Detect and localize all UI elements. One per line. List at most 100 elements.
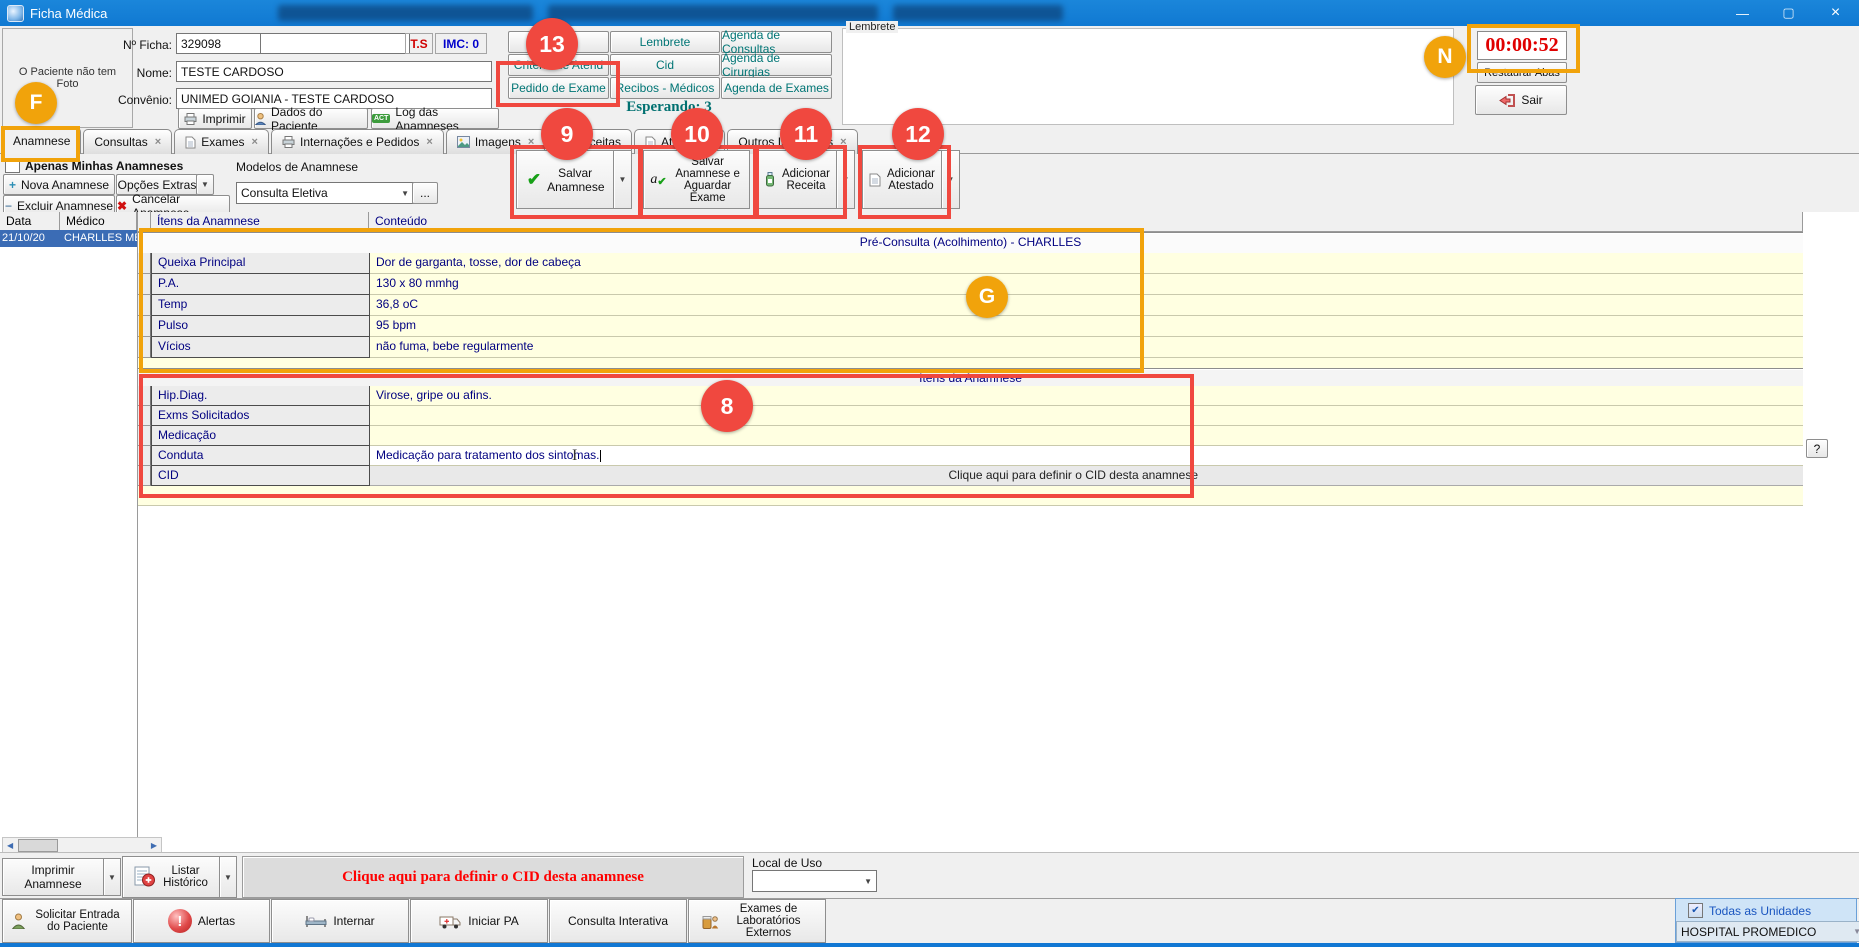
exit-arrow-icon [1499, 93, 1516, 108]
dados-paciente-button[interactable]: Dados do Paciente [254, 108, 368, 129]
grid-row[interactable]: Hip.Diag. Virose, gripe ou afins. [138, 386, 1803, 406]
ficha-secondary-input[interactable] [260, 33, 410, 54]
alert-icon: ! [168, 909, 192, 933]
conduta-edit-cell[interactable]: Medicação para tratamento dos sintomas. [370, 446, 1803, 466]
exames-lab-externos-button[interactable]: Exames de Laboratórios Externos [688, 899, 826, 943]
lembrete-button[interactable]: Lembrete [610, 31, 720, 53]
hospital-combobox[interactable]: HOSPITAL PROMEDICO ▼ [1676, 921, 1859, 942]
tab-close-icon[interactable]: × [528, 136, 534, 148]
grid-row[interactable]: Temp 36,8 oC [138, 295, 1803, 316]
imc-button[interactable]: IMC: 0 [435, 33, 487, 54]
chevron-down-icon: ▼ [224, 873, 232, 882]
grid-header-itens[interactable]: Ítens da Anamnese [151, 212, 369, 232]
internar-button[interactable]: Internar [271, 899, 409, 943]
adicionar-receita-button[interactable]: Adicionar Receita [757, 150, 837, 209]
nome-input[interactable]: TESTE CARDOSO [176, 61, 492, 82]
recibos-medicos-button[interactable]: Recibos - Médicos [610, 77, 720, 99]
chevron-down-icon: ▼ [401, 189, 409, 198]
consulta-interativa-button[interactable]: Consulta Interativa [549, 899, 687, 943]
scroll-left-icon[interactable]: ◀ [7, 841, 13, 850]
salvar-aguardar-exame-button[interactable]: a✔ Salvar Anamnese e Aguardar Exame [643, 150, 750, 209]
agenda-exames-button[interactable]: Agenda de Exames [721, 77, 832, 99]
ts-button[interactable]: T.S [405, 33, 433, 54]
hospital-bed-icon [305, 914, 327, 928]
salvar-anamnese-button[interactable]: ✔ Salvar Anamnese [516, 150, 614, 209]
adicionar-atestado-dropdown[interactable]: ▼ [941, 150, 960, 209]
tab-close-icon[interactable]: × [426, 136, 432, 148]
adicionar-atestado-button[interactable]: Adicionar Atestado [862, 150, 942, 209]
grid-row[interactable]: Medicação [138, 426, 1803, 446]
log-anamneses-button[interactable]: ACT Log das Anamneses [371, 108, 499, 129]
scroll-right-icon[interactable]: ▶ [151, 841, 157, 850]
ficha-medica-window: Ficha Médica — ▢ × O Paciente não tem Fo… [0, 0, 1859, 947]
local-de-uso-combobox[interactable]: ▼ [752, 870, 877, 892]
listar-historico-button[interactable]: Listar Histórico [122, 856, 220, 898]
grid-row[interactable]: P.A. 130 x 80 mmhg [138, 274, 1803, 295]
history-row-selected[interactable]: 21/10/20 CHARLLES MEDICO [0, 230, 137, 247]
tab-consultas[interactable]: Consultas× [83, 129, 172, 154]
grid-row[interactable]: Pulso 95 bpm [138, 316, 1803, 337]
nova-anamnese-button[interactable]: + Nova Anamnese [3, 174, 115, 195]
add-icon: + [9, 178, 16, 192]
criterio-atend-button[interactable]: Critério de Atend [508, 54, 609, 76]
text-caret [600, 450, 601, 462]
tab-exames[interactable]: Exames× [174, 129, 269, 154]
grid-row-conduta-editing[interactable]: Conduta Medicação para tratamento dos si… [138, 446, 1803, 466]
close-button[interactable]: × [1813, 0, 1858, 26]
maximize-button[interactable]: ▢ [1766, 0, 1811, 26]
grid-empty-row [138, 486, 1803, 506]
agenda-cirurgias-button[interactable]: Agenda de Cirurgias [721, 54, 832, 76]
iniciar-pa-button[interactable]: Iniciar PA [410, 899, 548, 943]
modelo-more-button[interactable]: ... [412, 182, 438, 204]
printer-icon [184, 113, 197, 125]
page-icon [645, 136, 656, 149]
check-icon: ✔ [527, 170, 541, 190]
redacted-title-text [893, 5, 1063, 21]
scrollbar-thumb[interactable] [18, 839, 58, 852]
apenas-minhas-checkbox[interactable]: Apenas Minhas Anamneses [5, 158, 183, 173]
cancel-x-icon: ✖ [117, 199, 127, 213]
tab-close-icon[interactable]: × [840, 136, 846, 148]
solicitar-entrada-button[interactable]: Solicitar Entrada do Paciente [2, 899, 132, 943]
tab-close-icon[interactable]: × [155, 136, 161, 148]
grid-row-cid[interactable]: CID Clique aqui para definir o CID desta… [138, 466, 1803, 486]
lembrete-panel [842, 28, 1454, 125]
listar-historico-dropdown[interactable]: ▼ [219, 856, 237, 898]
checkbox-checked-icon[interactable]: ✔ [1688, 903, 1703, 918]
alertas-button[interactable]: ! Alertas [133, 899, 270, 943]
modelo-combobox[interactable]: Consulta Eletiva ▼ [236, 182, 414, 204]
grid-row[interactable]: Exms Solicitados [138, 406, 1803, 426]
pedido-exame-button[interactable]: Pedido de Exame [508, 77, 609, 99]
alergia-button[interactable]: Alergia [508, 31, 609, 53]
cid-define-cell[interactable]: Clique aqui para definir o CID desta ana… [370, 466, 1803, 486]
grid-header-conteudo[interactable]: Conteúdo [369, 212, 1803, 232]
adicionar-receita-dropdown[interactable]: ▼ [836, 150, 855, 209]
agenda-consultas-button[interactable]: Agenda de Consultas [721, 31, 832, 53]
grid-empty-row [138, 358, 1803, 368]
remove-icon: − [5, 199, 12, 213]
section2-title-row: Itens da Anamnese [138, 368, 1803, 388]
tab-close-icon[interactable]: × [252, 136, 258, 148]
cid-banner-button[interactable]: Clique aqui para definir o CID desta ana… [242, 856, 744, 898]
help-button[interactable]: ? [1806, 439, 1828, 458]
grid-row[interactable]: Vícios não fuma, bebe regularmente [138, 337, 1803, 358]
redacted-title-text [548, 5, 878, 21]
convenio-label: Convênio: [98, 93, 172, 107]
grid-row[interactable]: Queixa Principal Dor de garganta, tosse,… [138, 253, 1803, 274]
sair-button[interactable]: Sair [1475, 85, 1567, 115]
salvar-anamnese-dropdown[interactable]: ▼ [613, 150, 632, 209]
imprimir-anamnese-button[interactable]: Imprimir Anamnese [2, 858, 104, 896]
restaurar-abas-button[interactable]: Restaurar Abas [1477, 62, 1567, 83]
act-log-icon: ACT [372, 114, 390, 123]
ficha-input[interactable]: 329098 [176, 33, 264, 54]
tab-anamnese[interactable]: Anamnese [2, 127, 81, 154]
imprimir-anamnese-dropdown[interactable]: ▼ [103, 858, 121, 896]
todas-unidades-checkbox[interactable]: ✔ Todas as Unidades [1688, 903, 1856, 918]
imprimir-button[interactable]: Imprimir [178, 108, 252, 129]
cid-button[interactable]: Cid [610, 54, 720, 76]
nome-label: Nome: [98, 66, 172, 80]
checkbox-icon[interactable] [5, 158, 20, 173]
tab-internacoes-pedidos[interactable]: Internações e Pedidos× [271, 129, 444, 154]
minimize-button[interactable]: — [1720, 0, 1765, 26]
modelos-label: Modelos de Anamnese [236, 160, 358, 174]
